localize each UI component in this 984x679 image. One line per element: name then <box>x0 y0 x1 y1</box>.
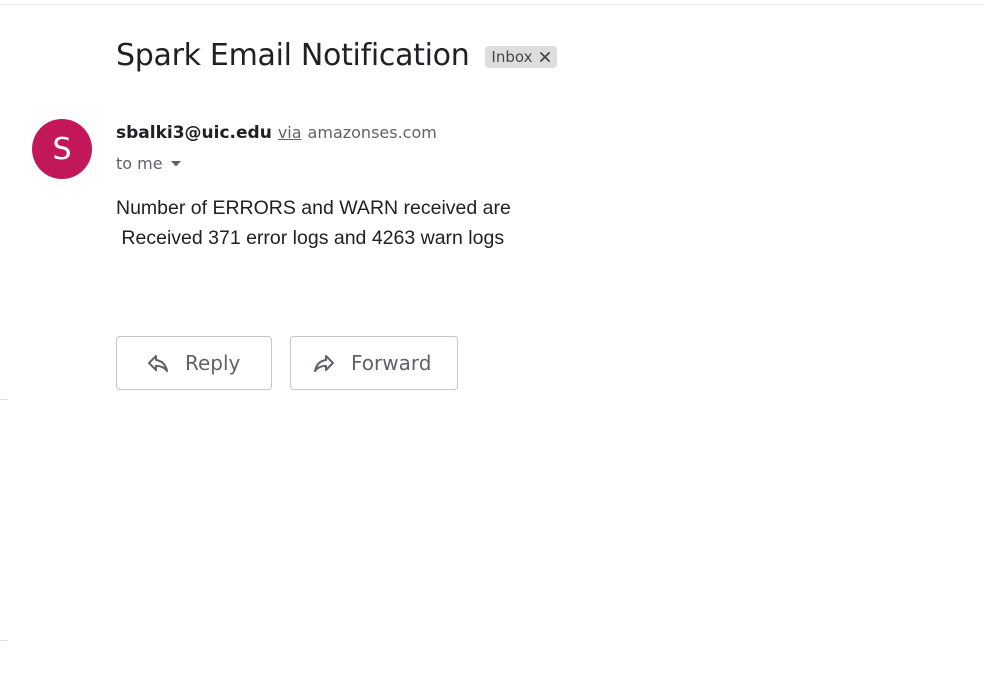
via-domain: amazonses.com <box>307 123 437 142</box>
label-text: Inbox <box>491 48 533 66</box>
sender-info: sbalki3@uic.edu via amazonses.com <box>116 123 437 143</box>
forward-button[interactable]: Forward <box>290 336 458 390</box>
email-view: Spark Email Notification Inbox S sbalki3… <box>0 0 984 679</box>
via-link[interactable]: via <box>278 123 302 142</box>
forward-label: Forward <box>351 351 432 375</box>
sender-email[interactable]: sbalki3@uic.edu <box>116 123 272 143</box>
top-divider <box>0 4 984 5</box>
left-edge-divider <box>0 640 8 641</box>
subject-header: Spark Email Notification Inbox <box>116 36 558 76</box>
email-body: Number of ERRORS and WARN received are R… <box>116 193 511 253</box>
avatar-letter: S <box>52 131 72 167</box>
reply-arrow-icon <box>145 350 171 376</box>
body-line: Received 371 error logs and 4263 warn lo… <box>116 227 505 249</box>
body-line: Number of ERRORS and WARN received are <box>116 197 511 219</box>
caret-down-icon[interactable] <box>170 159 181 169</box>
recipient-text: to me <box>116 154 163 173</box>
recipient-details-toggle[interactable]: to me <box>116 154 181 173</box>
email-subject: Spark Email Notification <box>116 38 470 73</box>
reply-button[interactable]: Reply <box>116 336 272 390</box>
sender-avatar[interactable]: S <box>32 119 92 179</box>
left-edge-divider <box>0 399 8 400</box>
close-icon[interactable] <box>539 51 551 63</box>
forward-arrow-icon <box>311 350 337 376</box>
reply-label: Reply <box>185 351 241 375</box>
inbox-label-chip[interactable]: Inbox <box>485 46 558 68</box>
